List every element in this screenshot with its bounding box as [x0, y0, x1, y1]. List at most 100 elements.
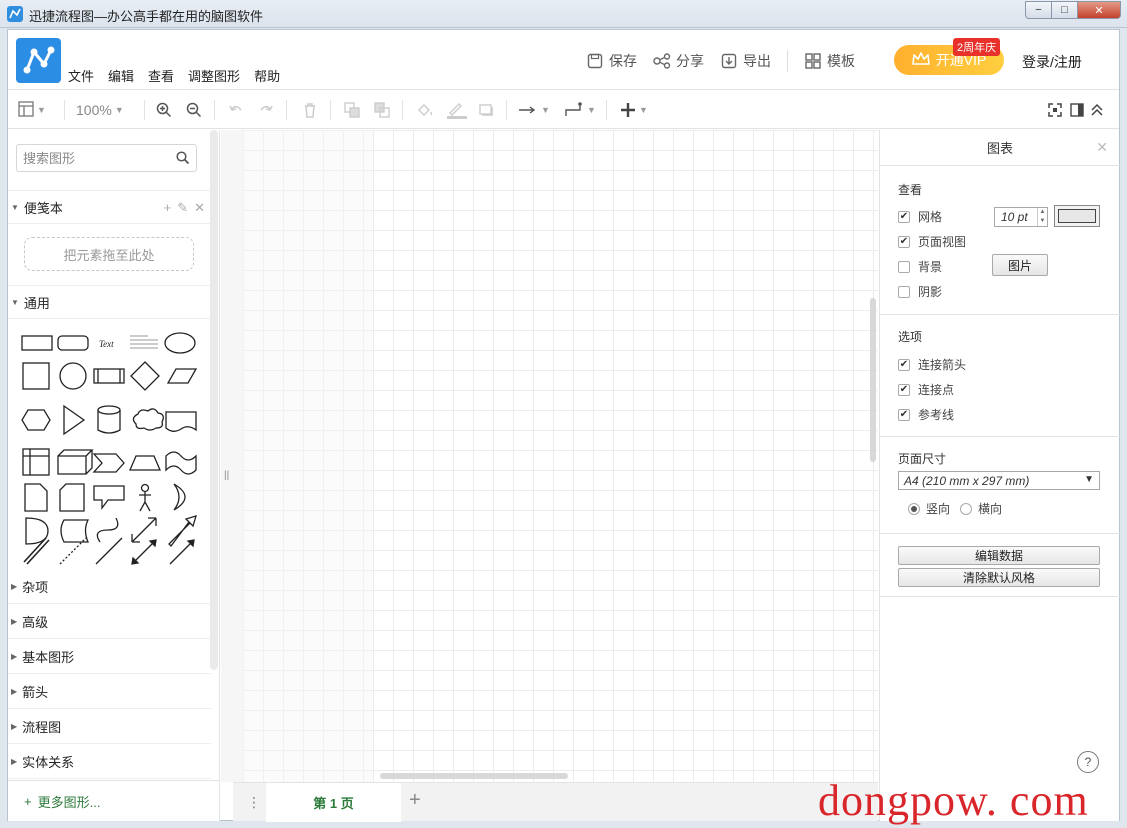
sidebar-right-icon — [1070, 103, 1084, 117]
background-checkbox[interactable]: 背景 — [898, 258, 942, 275]
clear-default-style-button[interactable]: 清除默认风格 — [898, 568, 1100, 587]
fill-color-button[interactable] — [416, 101, 434, 119]
search-icon[interactable] — [176, 151, 190, 168]
landscape-radio[interactable]: 横向 — [960, 500, 1002, 517]
menu-view[interactable]: 查看 — [148, 66, 174, 85]
grid-icon — [804, 52, 822, 70]
login-register-link[interactable]: 登录/注册 — [1022, 52, 1082, 72]
shape-rounded-rectangle — [57, 335, 89, 351]
section-general[interactable]: ▼ 通用 — [8, 285, 211, 319]
grid-color-button[interactable] — [1054, 205, 1100, 227]
page-menu-icon[interactable]: ⋮ — [247, 794, 261, 811]
connection-style-button[interactable]: ▼ — [518, 101, 550, 119]
shape-or — [173, 483, 186, 511]
add-icon[interactable]: + — [164, 200, 172, 216]
edit-icon[interactable]: ✎ — [177, 200, 188, 216]
section-advanced[interactable]: ▶ 高级 — [8, 605, 211, 639]
connection-arrows-checkbox[interactable]: ✔ 连接箭头 — [898, 356, 966, 373]
shape-cylinder — [97, 405, 121, 434]
grid-size-stepper[interactable]: 10 pt ▲ ▼ — [994, 207, 1048, 227]
anniversary-badge: 2周年庆 — [953, 38, 1001, 56]
sidebar-scrollbar[interactable] — [210, 130, 218, 670]
share-button[interactable]: 分享 — [653, 51, 704, 71]
page-tab-1[interactable]: 第 1 页 — [266, 783, 401, 822]
minimize-button[interactable]: − — [1025, 1, 1051, 19]
zoom-in-button[interactable] — [156, 101, 172, 119]
zoom-level: 100% — [76, 102, 112, 118]
section-basic-shapes[interactable]: ▶ 基本图形 — [8, 640, 211, 674]
edit-data-button[interactable]: 编辑数据 — [898, 546, 1100, 565]
undo-button[interactable] — [228, 101, 244, 119]
shadow-button[interactable] — [478, 101, 494, 119]
to-front-button[interactable] — [344, 101, 360, 119]
diagram-canvas[interactable] — [221, 130, 878, 782]
chevron-down-icon: ▼ — [541, 105, 550, 115]
template-button[interactable]: 模板 — [804, 51, 855, 71]
shadow-checkbox[interactable]: 阴影 — [898, 283, 942, 300]
search-input[interactable] — [17, 145, 167, 171]
app-logo — [16, 38, 61, 83]
menu-help[interactable]: 帮助 — [254, 66, 280, 85]
checkmark-icon: ✔ — [898, 235, 910, 248]
guides-checkbox[interactable]: ✔ 参考线 — [898, 406, 954, 423]
background-image-button[interactable]: 图片 — [992, 254, 1048, 276]
window-title: 迅捷流程图—办公高手都在用的脑图软件 — [29, 9, 264, 24]
format-panel-toggle-button[interactable] — [1070, 101, 1084, 119]
section-arrows[interactable]: ▶ 箭头 — [8, 675, 211, 709]
add-page-button[interactable]: + — [409, 789, 421, 812]
connection-points-checkbox[interactable]: ✔ 连接点 — [898, 381, 954, 398]
collapse-button[interactable] — [1090, 101, 1104, 119]
section-entity-relation[interactable]: ▶ 实体关系 — [8, 745, 211, 779]
maximize-button[interactable]: □ — [1051, 1, 1077, 19]
checkmark-icon: ✔ — [898, 210, 910, 223]
section-flowchart[interactable]: ▶ 流程图 — [8, 710, 211, 744]
shape-step — [92, 453, 125, 473]
trash-icon — [305, 103, 315, 118]
chevron-down-icon: ▼ — [587, 105, 596, 115]
export-button[interactable]: 导出 — [720, 51, 771, 71]
more-shapes-button[interactable]: + 更多图形... — [8, 780, 220, 821]
scratchpad-drop-zone[interactable]: 把元素拖至此处 — [24, 237, 194, 271]
panel-toggle-button[interactable]: ▼ — [18, 100, 46, 120]
stepper-arrows-icon[interactable]: ▲ ▼ — [1037, 208, 1047, 226]
shape-rectangle — [21, 335, 53, 351]
toolbar: ▼ 100% ▼ ▼ ▼ ▼ — [8, 91, 1119, 129]
delete-button[interactable] — [302, 101, 318, 119]
canvas-vertical-scrollbar[interactable] — [870, 298, 876, 462]
canvas-page[interactable] — [373, 130, 878, 782]
portrait-radio[interactable]: 竖向 — [908, 500, 950, 517]
layout-icon — [18, 100, 34, 120]
grid-checkbox[interactable]: ✔ 网格 — [898, 208, 942, 225]
menu-edit[interactable]: 编辑 — [108, 66, 134, 85]
shape-sidebar: ▼ 便笺本 + ✎ ✕ 把元素拖至此处 ▼ 通用 Text — [8, 130, 220, 821]
page-view-checkbox[interactable]: ✔ 页面视图 — [898, 233, 966, 250]
shape-text: Text — [99, 339, 114, 349]
close-icon[interactable]: ✕ — [194, 200, 205, 216]
waypoints-button[interactable]: ▼ — [564, 101, 596, 119]
sidebar-splitter-handle[interactable]: || — [224, 470, 229, 481]
insert-button[interactable]: ▼ — [620, 101, 648, 119]
triangle-right-icon: ▶ — [11, 617, 18, 626]
shape-link — [23, 537, 50, 565]
checkmark-icon: ✔ — [898, 358, 910, 371]
line-color-button[interactable] — [446, 101, 468, 119]
menu-file[interactable]: 文件 — [68, 66, 94, 85]
canvas-horizontal-scrollbar[interactable] — [380, 773, 568, 779]
to-back-button[interactable] — [374, 101, 390, 119]
zoom-out-button[interactable] — [186, 101, 202, 119]
chevron-down-icon: ▼ — [114, 105, 124, 115]
to-front-icon — [344, 102, 360, 118]
zoom-select[interactable]: 100% ▼ — [76, 101, 124, 119]
help-button[interactable]: ? — [1077, 751, 1099, 773]
section-scratchpad[interactable]: ▼ 便笺本 + ✎ ✕ — [8, 190, 211, 224]
fullscreen-button[interactable] — [1048, 101, 1062, 119]
menu-arrange[interactable]: 调整图形 — [188, 66, 240, 85]
section-misc[interactable]: ▶ 杂项 — [8, 570, 211, 604]
save-button[interactable]: 保存 — [586, 51, 637, 71]
close-button[interactable]: ✕ — [1077, 1, 1121, 19]
redo-button[interactable] — [258, 101, 274, 119]
close-icon[interactable]: ✕ — [1096, 139, 1108, 156]
page-size-select[interactable]: A4 (210 mm x 297 mm) ▼ — [898, 471, 1100, 490]
shape-card — [59, 483, 85, 512]
triangle-down-icon: ▼ — [11, 297, 19, 307]
